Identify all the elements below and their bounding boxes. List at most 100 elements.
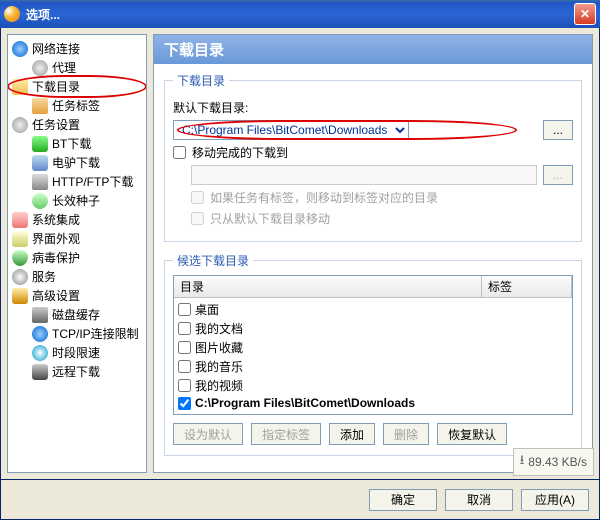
tree-item-label: 电驴下载 bbox=[52, 154, 100, 171]
browse-move-button: ... bbox=[543, 165, 573, 185]
apply-button[interactable]: 应用(A) bbox=[521, 489, 589, 511]
default-dir-highlight: C:\Program Files\BitComet\Downloads bbox=[173, 120, 537, 140]
dialog-buttons: 确定 取消 应用(A) bbox=[0, 480, 600, 520]
tree-item-label: 任务标签 bbox=[52, 97, 100, 114]
tree-icon bbox=[32, 155, 48, 171]
tree-item[interactable]: 服务 bbox=[10, 267, 144, 286]
tree-item-label: 远程下载 bbox=[52, 363, 100, 380]
cancel-button[interactable]: 取消 bbox=[445, 489, 513, 511]
main-area: 网络连接代理下载目录任务标签任务设置BT下载电驴下载HTTP/FTP下载长效种子… bbox=[0, 28, 600, 480]
content-pane: 下载目录 下载目录 默认下载目录: C:\Program Files\BitCo… bbox=[153, 34, 593, 473]
tree-item-label: 代理 bbox=[52, 59, 76, 76]
col-dir[interactable]: 目录 bbox=[174, 276, 482, 297]
tree-item-label: 高级设置 bbox=[32, 287, 80, 304]
move-done-checkbox[interactable] bbox=[173, 146, 186, 159]
tree-item[interactable]: TCP/IP连接限制 bbox=[10, 324, 144, 343]
download-dir-group: 下载目录 默认下载目录: C:\Program Files\BitComet\D… bbox=[164, 72, 582, 242]
list-item[interactable]: 我的视频 bbox=[178, 376, 568, 395]
add-button[interactable]: 添加 bbox=[329, 423, 375, 445]
move-tag-checkbox bbox=[191, 191, 204, 204]
tree-item[interactable]: BT下载 bbox=[10, 134, 144, 153]
default-dir-label: 默认下载目录: bbox=[173, 99, 248, 116]
dir-label: C:\Program Files\BitComet\Downloads bbox=[195, 396, 415, 410]
tree-item[interactable]: HTTP/FTP下载 bbox=[10, 172, 144, 191]
tree-item-label: BT下载 bbox=[52, 135, 91, 152]
tree-item[interactable]: 磁盘缓存 bbox=[10, 305, 144, 324]
tree-item-label: 长效种子 bbox=[52, 192, 100, 209]
tree-icon bbox=[12, 250, 28, 266]
tree-item[interactable]: 长效种子 bbox=[10, 191, 144, 210]
tree-item[interactable]: 病毒保护 bbox=[10, 248, 144, 267]
dir-label: 我的音乐 bbox=[195, 358, 243, 375]
tree-icon bbox=[12, 117, 28, 133]
group-legend: 下载目录 bbox=[173, 72, 229, 89]
download-arrow-icon: ⭳ bbox=[520, 451, 525, 473]
tree-icon bbox=[12, 79, 28, 95]
speed-value: 89.43 KB/s bbox=[528, 455, 587, 469]
move-done-label: 移动完成的下载到 bbox=[192, 144, 288, 161]
tree-item[interactable]: 任务设置 bbox=[10, 115, 144, 134]
dir-list-header: 目录 标签 bbox=[174, 276, 572, 298]
tree-icon bbox=[32, 345, 48, 361]
tree-icon bbox=[32, 307, 48, 323]
tree-item[interactable]: 时段限速 bbox=[10, 343, 144, 362]
tree-icon bbox=[12, 212, 28, 228]
tree-item-label: 系统集成 bbox=[32, 211, 80, 228]
dir-checkbox[interactable] bbox=[178, 341, 191, 354]
col-tag[interactable]: 标签 bbox=[482, 276, 572, 297]
restore-default-button[interactable]: 恢复默认 bbox=[437, 423, 507, 445]
candidate-dir-group: 候选下载目录 目录 标签 桌面我的文档图片收藏我的音乐我的视频 C:\Progra… bbox=[164, 252, 582, 456]
app-icon bbox=[4, 6, 20, 22]
browse-default-button[interactable]: ... bbox=[543, 120, 573, 140]
dir-checkbox[interactable] bbox=[178, 379, 191, 392]
dir-label: 我的文档 bbox=[195, 320, 243, 337]
ok-button[interactable]: 确定 bbox=[369, 489, 437, 511]
tree-item-label: HTTP/FTP下载 bbox=[52, 173, 133, 190]
list-item[interactable]: C:\Program Files\BitComet\Downloads bbox=[178, 395, 568, 411]
tree-item[interactable]: 界面外观 bbox=[10, 229, 144, 248]
tree-item[interactable]: 系统集成 bbox=[10, 210, 144, 229]
list-item[interactable]: 图片收藏 bbox=[178, 338, 568, 357]
tree-icon bbox=[32, 193, 48, 209]
move-tag-label: 如果任务有标签，则移动到标签对应的目录 bbox=[210, 189, 438, 206]
tree-item[interactable]: 代理 bbox=[10, 58, 144, 77]
list-item[interactable]: 我的音乐 bbox=[178, 357, 568, 376]
tree-item-label: TCP/IP连接限制 bbox=[52, 325, 139, 342]
set-tag-button: 指定标签 bbox=[251, 423, 321, 445]
tree-item-label: 服务 bbox=[32, 268, 56, 285]
speed-indicator: ⭳ 89.43 KB/s bbox=[513, 448, 594, 476]
tree-item-label: 时段限速 bbox=[52, 344, 100, 361]
tree-item-label: 任务设置 bbox=[32, 116, 80, 133]
tree-item[interactable]: 远程下载 bbox=[10, 362, 144, 381]
dir-label: 我的视频 bbox=[195, 377, 243, 394]
tree-item[interactable]: 下载目录 bbox=[10, 77, 144, 96]
dir-label: 图片收藏 bbox=[195, 339, 243, 356]
list-item[interactable]: 我的文档 bbox=[178, 319, 568, 338]
tree-icon bbox=[32, 326, 48, 342]
close-button[interactable]: ✕ bbox=[574, 3, 596, 25]
tree-item[interactable]: 任务标签 bbox=[10, 96, 144, 115]
default-dir-select[interactable]: C:\Program Files\BitComet\Downloads bbox=[173, 120, 409, 140]
dir-checkbox[interactable] bbox=[178, 303, 191, 316]
titlebar: 选项... ✕ bbox=[0, 0, 600, 28]
tree-icon bbox=[12, 269, 28, 285]
tree-icon bbox=[32, 98, 48, 114]
tree-item-label: 病毒保护 bbox=[32, 249, 80, 266]
tree-item[interactable]: 网络连接 bbox=[10, 39, 144, 58]
category-tree[interactable]: 网络连接代理下载目录任务标签任务设置 BT下载电驴下载 HTTP/FTP下载长效种子… bbox=[7, 34, 147, 473]
move-done-path bbox=[191, 165, 537, 185]
tree-item[interactable]: 电驴下载 bbox=[10, 153, 144, 172]
list-item[interactable]: 桌面 bbox=[178, 300, 568, 319]
tree-item[interactable]: 高级设置 bbox=[10, 286, 144, 305]
dir-checkbox[interactable] bbox=[178, 322, 191, 335]
tree-icon bbox=[32, 174, 48, 190]
candidate-dir-list[interactable]: 目录 标签 桌面我的文档图片收藏我的音乐我的视频 C:\Program Files… bbox=[173, 275, 573, 415]
tree-icon bbox=[32, 60, 48, 76]
group-legend: 候选下载目录 bbox=[173, 252, 253, 269]
dir-checkbox[interactable] bbox=[178, 397, 191, 410]
tree-icon bbox=[12, 231, 28, 247]
page-title: 下载目录 bbox=[154, 35, 592, 64]
tree-icon bbox=[12, 41, 28, 57]
dir-checkbox[interactable] bbox=[178, 360, 191, 373]
dir-label: 桌面 bbox=[195, 301, 219, 318]
